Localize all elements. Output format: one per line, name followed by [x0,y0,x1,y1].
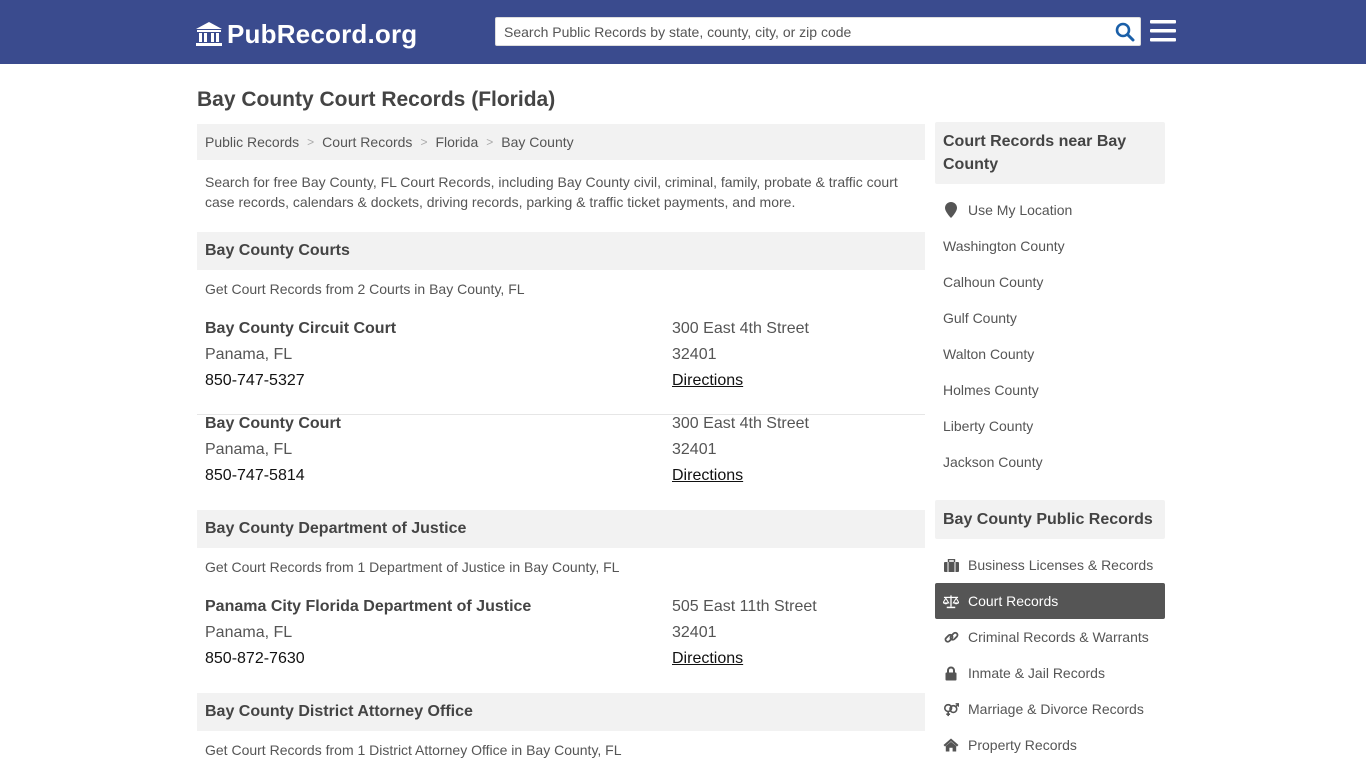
court-phone[interactable]: 850-747-5327 [205,372,305,390]
public-records-list: Business Licenses & Records Court Record… [935,547,1165,763]
court-entry: Bay County Circuit Court Panama, FL 850-… [197,320,925,415]
section-heading-district-attorney: Bay County District Attorney Office [197,693,925,731]
court-entry: Panama City Florida Department of Justic… [197,598,925,693]
site-header: PubRecord.org [0,0,1366,64]
search-icon [1115,22,1135,42]
breadcrumb-florida[interactable]: Florida [435,134,478,150]
briefcase-icon [943,557,959,573]
nearby-county-link[interactable]: Calhoun County [935,264,1165,300]
use-my-location-link[interactable]: Use My Location [935,192,1165,228]
hamburger-menu-icon [1150,20,1176,42]
court-records-link[interactable]: Court Records [935,583,1165,619]
inmate-records-link[interactable]: Inmate & Jail Records [935,655,1165,691]
search-box [495,17,1141,46]
intro-text: Search for free Bay County, FL Court Rec… [205,174,898,210]
section-heading-courts: Bay County Courts [197,232,925,270]
directions-link[interactable]: Directions [672,467,743,485]
court-entry: Bay County Court Panama, FL 850-747-5814… [197,415,925,510]
section-description: Get Court Records from 2 Courts in Bay C… [205,281,525,297]
court-street: 300 East 4th Street [672,320,809,337]
scale-icon [943,593,959,609]
courthouse-icon [196,22,222,46]
site-logo[interactable]: PubRecord.org [195,18,417,50]
nearby-county-link[interactable]: Jackson County [935,444,1165,480]
nearby-county-link[interactable]: Gulf County [935,300,1165,336]
nearby-county-link[interactable]: Holmes County [935,372,1165,408]
sidebar-heading-nearby: Court Records near Bay County [935,122,1165,184]
nearby-county-list: Use My Location Washington County Calhou… [935,192,1165,480]
use-my-location-label: Use My Location [968,202,1073,218]
business-licenses-label: Business Licenses & Records [968,557,1154,573]
section-description: Get Court Records from 1 District Attorn… [205,742,622,758]
court-zip: 32401 [672,346,717,363]
business-licenses-link[interactable]: Business Licenses & Records [935,547,1165,583]
directions-link[interactable]: Directions [672,650,743,668]
breadcrumb-separator: > [307,135,315,149]
nearby-county-link[interactable]: Walton County [935,336,1165,372]
marriage-icon [943,701,959,717]
map-marker-icon [943,202,959,218]
breadcrumb-bay-county[interactable]: Bay County [501,134,573,150]
court-city: Panama, FL [205,624,293,641]
section-description: Get Court Records from 1 Department of J… [205,559,620,575]
nearby-county-link[interactable]: Washington County [935,228,1165,264]
court-name: Panama City Florida Department of Justic… [205,598,532,615]
logo-text: PubRecord.org [227,18,418,49]
court-city: Panama, FL [205,441,293,458]
court-name: Bay County Circuit Court [205,320,397,337]
breadcrumb-separator: > [420,135,428,149]
property-records-label: Property Records [968,737,1077,753]
court-street: 505 East 11th Street [672,598,817,615]
search-button[interactable] [1114,21,1136,43]
page-title: Bay County Court Records (Florida) [197,88,556,111]
court-street: 300 East 4th Street [672,415,809,432]
menu-button[interactable] [1150,19,1176,43]
marriage-records-link[interactable]: Marriage & Divorce Records [935,691,1165,727]
court-records-label: Court Records [968,593,1059,609]
court-name: Bay County Court [205,415,341,432]
link-icon [943,629,959,645]
court-city: Panama, FL [205,346,293,363]
breadcrumb-separator: > [486,135,494,149]
property-records-link[interactable]: Property Records [935,727,1165,763]
breadcrumb-court-records[interactable]: Court Records [322,134,412,150]
sidebar-heading-public-records: Bay County Public Records [935,500,1165,539]
criminal-records-label: Criminal Records & Warrants [968,629,1149,645]
search-input[interactable] [496,18,1106,45]
home-icon [943,737,959,753]
main-content: Public Records > Court Records > Florida… [197,124,925,758]
criminal-records-link[interactable]: Criminal Records & Warrants [935,619,1165,655]
court-phone[interactable]: 850-872-7630 [205,650,305,668]
sidebar: Court Records near Bay County Use My Loc… [935,122,1165,753]
lock-icon [943,665,959,681]
court-zip: 32401 [672,441,717,458]
inmate-records-label: Inmate & Jail Records [968,665,1105,681]
court-zip: 32401 [672,624,717,641]
section-heading-department-of-justice: Bay County Department of Justice [197,510,925,548]
court-phone[interactable]: 850-747-5814 [205,467,305,485]
marriage-records-label: Marriage & Divorce Records [968,701,1144,717]
directions-link[interactable]: Directions [672,372,743,390]
breadcrumb: Public Records > Court Records > Florida… [197,124,925,160]
breadcrumb-public-records[interactable]: Public Records [205,134,299,150]
nearby-county-link[interactable]: Liberty County [935,408,1165,444]
